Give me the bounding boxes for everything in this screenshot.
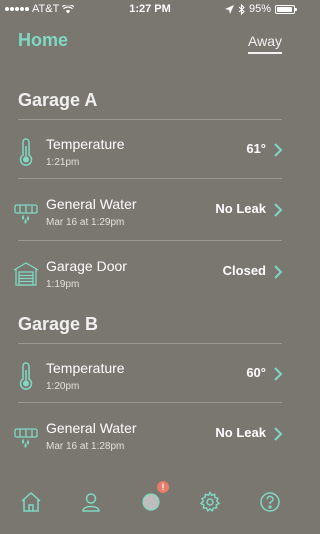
device-timestamp: Mar 16 at 1:29pm xyxy=(46,217,125,228)
section-title-garage-b: Garage B xyxy=(18,314,99,334)
page-title: Home xyxy=(18,30,69,50)
chevron-right-icon xyxy=(274,143,283,157)
device-value: Closed xyxy=(222,263,266,278)
device-timestamp: Mar 16 at 1:28pm xyxy=(46,441,125,452)
device-row-temperature-a[interactable]: Temperature 1:21pm 61° xyxy=(0,128,300,184)
device-label: Temperature xyxy=(46,136,125,152)
device-row-temperature-b[interactable]: Temperature 1:20pm 60° xyxy=(0,352,300,408)
divider xyxy=(18,402,282,403)
device-value: 61° xyxy=(246,141,266,156)
device-label: General Water xyxy=(46,196,137,212)
water-sensor-icon xyxy=(14,428,38,448)
help-icon[interactable] xyxy=(258,490,282,514)
battery-icon xyxy=(275,4,297,14)
water-sensor-icon xyxy=(14,204,38,224)
garage-door-icon xyxy=(13,262,39,286)
divider xyxy=(18,119,282,120)
thermometer-icon xyxy=(19,138,33,166)
device-row-water-a[interactable]: General Water Mar 16 at 1:29pm No Leak xyxy=(0,188,300,244)
device-row-garage-door-a[interactable]: Garage Door 1:19pm Closed xyxy=(0,250,300,306)
device-value: 60° xyxy=(246,365,266,380)
device-label: General Water xyxy=(46,420,137,436)
device-timestamp: 1:20pm xyxy=(46,381,80,392)
status-right: 95% xyxy=(224,3,297,15)
settings-icon[interactable] xyxy=(198,490,222,514)
location-arrow-icon xyxy=(224,4,234,14)
tab-away[interactable]: Away xyxy=(248,33,282,54)
device-label: Temperature xyxy=(46,360,125,376)
chevron-right-icon xyxy=(274,265,283,279)
device-value: No Leak xyxy=(215,425,266,440)
divider xyxy=(18,240,282,241)
device-timestamp: 1:21pm xyxy=(46,157,80,168)
tab-bar: ! xyxy=(0,481,300,524)
header: Home Away xyxy=(0,28,300,58)
battery-fill xyxy=(277,6,293,12)
home-icon[interactable] xyxy=(19,490,43,514)
chevron-right-icon xyxy=(274,203,283,217)
chevron-right-icon xyxy=(274,427,283,441)
device-timestamp: 1:19pm xyxy=(46,279,80,290)
alerts-icon[interactable] xyxy=(139,490,163,514)
device-value: No Leak xyxy=(215,201,266,216)
battery-percent: 95% xyxy=(248,3,271,15)
device-label: Garage Door xyxy=(46,258,127,274)
device-row-water-b[interactable]: General Water Mar 16 at 1:28pm No Leak xyxy=(0,412,300,468)
alert-badge: ! xyxy=(157,481,169,493)
chevron-right-icon xyxy=(274,367,283,381)
section-title-garage-a: Garage A xyxy=(18,90,98,110)
divider xyxy=(18,343,282,344)
bluetooth-icon xyxy=(238,3,245,15)
divider xyxy=(18,178,282,179)
user-icon[interactable] xyxy=(79,490,103,514)
thermometer-icon xyxy=(19,362,33,390)
status-bar: AT&T 1:27 PM 95% xyxy=(0,0,300,20)
